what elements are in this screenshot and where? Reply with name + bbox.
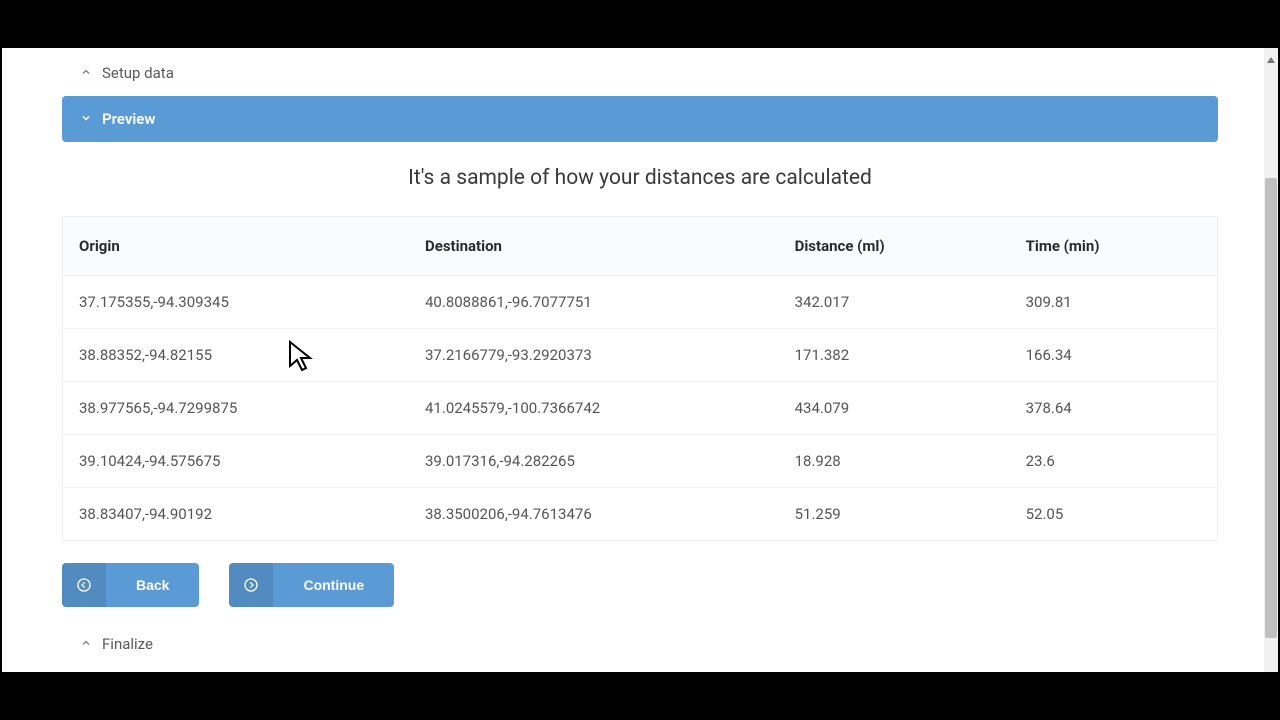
header-time: Time (min)	[1010, 217, 1218, 276]
scroll-up-icon[interactable]	[1266, 50, 1276, 69]
back-arrow-icon	[62, 563, 106, 607]
back-button[interactable]: Back	[62, 563, 199, 607]
chevron-up-icon	[80, 66, 92, 81]
chevron-down-icon	[80, 112, 92, 127]
chevron-up-icon	[80, 637, 92, 652]
cell-origin: 38.977565,-94.7299875	[63, 382, 410, 435]
table-row: 38.83407,-94.9019238.3500206,-94.7613476…	[63, 488, 1218, 541]
main-viewport: Setup data Preview It's a sample of how …	[2, 48, 1278, 672]
table-row: 38.88352,-94.8215537.2166779,-93.2920373…	[63, 329, 1218, 382]
cell-distance: 342.017	[779, 276, 1010, 329]
continue-arrow-icon	[229, 563, 273, 607]
cell-time: 23.6	[1010, 435, 1218, 488]
cell-time: 309.81	[1010, 276, 1218, 329]
preview-section[interactable]: Preview	[62, 96, 1218, 142]
header-destination: Destination	[409, 217, 779, 276]
cell-destination: 39.017316,-94.282265	[409, 435, 779, 488]
cell-time: 166.34	[1010, 329, 1218, 382]
cell-distance: 51.259	[779, 488, 1010, 541]
table-row: 38.977565,-94.729987541.0245579,-100.736…	[63, 382, 1218, 435]
back-button-label: Back	[106, 577, 199, 593]
scrollbar-thumb[interactable]	[1265, 178, 1277, 638]
cell-destination: 38.3500206,-94.7613476	[409, 488, 779, 541]
setup-data-section[interactable]: Setup data	[62, 56, 1218, 90]
cell-distance: 171.382	[779, 329, 1010, 382]
header-distance: Distance (ml)	[779, 217, 1010, 276]
cell-distance: 18.928	[779, 435, 1010, 488]
setup-data-label: Setup data	[102, 64, 174, 82]
header-origin: Origin	[63, 217, 410, 276]
cell-destination: 41.0245579,-100.7366742	[409, 382, 779, 435]
continue-button[interactable]: Continue	[229, 563, 394, 607]
cell-distance: 434.079	[779, 382, 1010, 435]
cell-destination: 40.8088861,-96.7077751	[409, 276, 779, 329]
distance-table: Origin Destination Distance (ml) Time (m…	[62, 216, 1218, 541]
sample-description: It's a sample of how your distances are …	[62, 148, 1218, 216]
table-row: 37.175355,-94.30934540.8088861,-96.70777…	[63, 276, 1218, 329]
cell-time: 378.64	[1010, 382, 1218, 435]
cell-origin: 38.88352,-94.82155	[63, 329, 410, 382]
scrollbar[interactable]	[1264, 48, 1278, 672]
cell-origin: 37.175355,-94.309345	[63, 276, 410, 329]
continue-button-label: Continue	[273, 577, 394, 593]
finalize-label: Finalize	[102, 635, 153, 653]
table-row: 39.10424,-94.57567539.017316,-94.2822651…	[63, 435, 1218, 488]
cell-origin: 39.10424,-94.575675	[63, 435, 410, 488]
cell-destination: 37.2166779,-93.2920373	[409, 329, 779, 382]
cell-origin: 38.83407,-94.90192	[63, 488, 410, 541]
cell-time: 52.05	[1010, 488, 1218, 541]
preview-label: Preview	[102, 110, 155, 128]
finalize-section[interactable]: Finalize	[62, 627, 1218, 661]
